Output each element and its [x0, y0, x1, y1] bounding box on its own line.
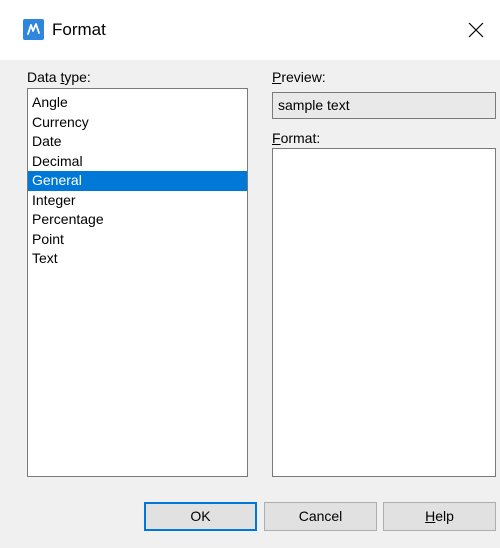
data-type-item-decimal[interactable]: Decimal: [28, 152, 247, 172]
format-app-icon: [23, 19, 44, 40]
format-label-mnemonic: F: [272, 130, 281, 146]
format-label: Format:: [272, 129, 320, 147]
help-button-suffix: elp: [435, 508, 454, 524]
data-type-item-point[interactable]: Point: [28, 230, 247, 250]
ok-button[interactable]: OK: [144, 502, 257, 531]
data-type-item-general[interactable]: General: [28, 171, 247, 191]
help-button-mnemonic: H: [425, 508, 436, 524]
title-bar[interactable]: Format: [0, 0, 500, 60]
data-type-item-currency[interactable]: Currency: [28, 113, 247, 133]
data-type-label: Data type:: [27, 68, 91, 86]
preview-label-suffix: review:: [281, 69, 326, 85]
data-type-label-prefix: Data: [27, 69, 61, 85]
data-type-item-text[interactable]: Text: [28, 249, 247, 269]
help-button[interactable]: Help: [383, 502, 496, 531]
format-label-suffix: ormat:: [280, 130, 321, 146]
format-options-panel[interactable]: [272, 148, 496, 477]
data-type-list[interactable]: Angle Currency Date Decimal General Integer Pe…: [27, 88, 248, 477]
window-title: Format: [52, 20, 106, 39]
data-type-item-integer[interactable]: Integer: [28, 191, 247, 211]
preview-field: sample text: [272, 92, 496, 119]
data-type-item-angle[interactable]: Angle: [28, 93, 247, 113]
data-type-item-percentage[interactable]: Percentage: [28, 210, 247, 230]
close-icon: [468, 22, 484, 38]
preview-label: Preview:: [272, 68, 326, 86]
preview-label-mnemonic: P: [272, 69, 282, 85]
close-button[interactable]: [461, 15, 491, 45]
data-type-item-date[interactable]: Date: [28, 132, 247, 152]
format-dialog: Format Data type: Angle Currency Date Decim…: [0, 0, 500, 548]
data-type-label-suffix: ype:: [64, 69, 91, 85]
cancel-button[interactable]: Cancel: [264, 502, 377, 531]
